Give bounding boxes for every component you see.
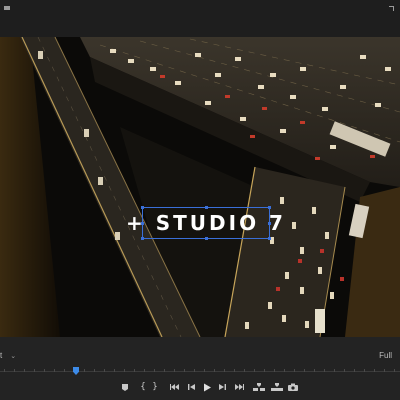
ruler-tick <box>354 369 355 372</box>
ruler-tick <box>14 369 15 372</box>
ruler-tick <box>244 369 245 372</box>
play-icon <box>204 383 211 391</box>
resolution-value: Full <box>379 351 392 360</box>
panel-menu-icon[interactable] <box>4 6 10 10</box>
ruler-tick <box>214 369 215 372</box>
chevron-down-icon: ⌄ <box>10 352 17 360</box>
step-forward-button[interactable] <box>215 380 229 394</box>
go-to-out-icon <box>235 384 244 390</box>
ruler-tick <box>104 369 105 372</box>
transport-controls: { } <box>0 380 400 396</box>
title-graphic-selection[interactable]: + STUDIO 7 <box>126 206 283 240</box>
ruler-tick <box>204 369 205 372</box>
ruler-line <box>0 371 400 372</box>
ruler-tick <box>34 369 35 372</box>
insert-icon <box>253 382 265 391</box>
ruler-tick <box>54 369 55 372</box>
overwrite-button[interactable] <box>270 380 284 394</box>
ruler-tick <box>364 369 365 372</box>
expand-icon[interactable] <box>389 6 394 11</box>
go-to-in-icon <box>170 384 179 390</box>
ruler-tick <box>254 369 255 372</box>
ruler-tick <box>24 369 25 372</box>
ruler-tick <box>374 369 375 372</box>
marker-icon <box>122 383 128 391</box>
zoom-level-value: t <box>0 351 3 360</box>
ruler-tick <box>274 369 275 372</box>
ruler-tick <box>194 369 195 372</box>
ruler-tick <box>264 369 265 372</box>
video-frame[interactable]: + STUDIO 7 <box>0 37 400 337</box>
ruler-tick <box>384 369 385 372</box>
ruler-tick <box>94 369 95 372</box>
camera-icon <box>288 383 298 391</box>
time-ruler[interactable] <box>0 367 400 375</box>
ruler-tick <box>284 369 285 372</box>
play-button[interactable] <box>200 380 214 394</box>
step-back-button[interactable] <box>185 380 199 394</box>
mark-out-button[interactable]: } <box>148 380 162 394</box>
insert-button[interactable] <box>252 380 266 394</box>
ruler-tick <box>294 369 295 372</box>
ruler-tick <box>4 369 5 372</box>
ruler-tick <box>344 369 345 372</box>
ruler-tick <box>64 369 65 372</box>
overwrite-icon <box>271 382 283 391</box>
ruler-tick <box>224 369 225 372</box>
ruler-tick <box>394 369 395 372</box>
program-monitor: + STUDIO 7 t ⌄ Full { } <box>0 0 400 400</box>
add-marker-button[interactable] <box>118 380 132 394</box>
ruler-tick <box>134 369 135 372</box>
ruler-tick <box>184 369 185 372</box>
export-frame-button[interactable] <box>286 380 300 394</box>
step-back-icon <box>188 384 195 390</box>
ruler-tick <box>314 369 315 372</box>
ruler-tick <box>84 369 85 372</box>
aerial-highway-image <box>0 37 400 337</box>
step-forward-icon <box>219 384 226 390</box>
ruler-tick <box>154 369 155 372</box>
ruler-tick <box>114 369 115 372</box>
mark-in-icon: { <box>140 382 146 392</box>
monitor-header <box>0 0 400 37</box>
ruler-tick <box>234 369 235 372</box>
resolution-select[interactable]: Full <box>379 351 392 360</box>
go-to-in-button[interactable] <box>168 380 182 394</box>
ruler-tick <box>334 369 335 372</box>
ruler-tick <box>174 369 175 372</box>
ruler-tick <box>44 369 45 372</box>
go-to-out-button[interactable] <box>232 380 246 394</box>
ruler-tick <box>144 369 145 372</box>
ruler-tick <box>324 369 325 372</box>
ruler-tick <box>164 369 165 372</box>
ruler-tick <box>304 369 305 372</box>
mark-out-icon: } <box>152 382 158 392</box>
title-overlay-text[interactable]: + STUDIO 7 <box>126 208 283 238</box>
ruler-tick <box>124 369 125 372</box>
zoom-level-select[interactable]: t ⌄ <box>0 351 16 360</box>
